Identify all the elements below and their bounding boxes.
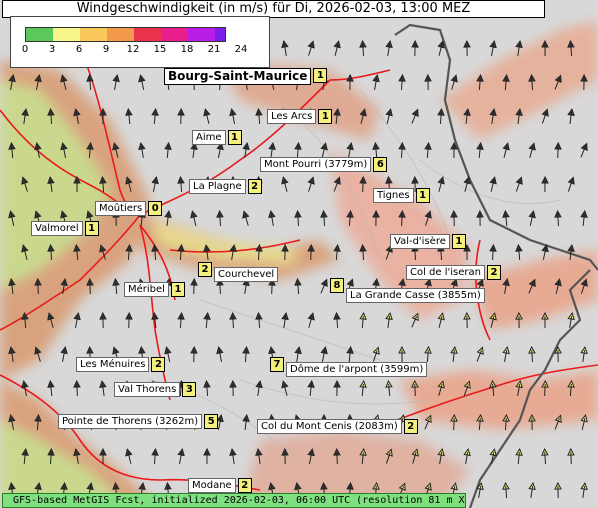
place-label-col-de-l-iseran: Col de l'iseran — [406, 265, 485, 280]
place-label-modane: Modane — [188, 478, 236, 493]
place-label-mont-pourri-3779m: Mont Pourri (3779m) — [260, 157, 372, 172]
wind-map: Windgeschwindigkeit (in m/s) für Di, 202… — [0, 0, 598, 508]
legend-tick-label: 24 — [234, 44, 248, 55]
legend-tick-label: 6 — [75, 44, 83, 55]
place-label-bourg-saint-maurice: Bourg-Saint-Maurice — [164, 68, 312, 85]
wind-value-badge: 1 — [227, 130, 242, 145]
legend-tick-label: 21 — [207, 44, 221, 55]
legend-color-segment — [80, 28, 107, 41]
wind-value-badge: 3 — [182, 382, 197, 397]
wind-value-badge: 7 — [270, 357, 284, 372]
place-label-valmorel: Valmorel — [31, 221, 83, 236]
legend-color-segment — [161, 28, 188, 41]
wind-value-badge: 2 — [237, 478, 252, 493]
place-label-val-thorens: Val Thorens — [114, 382, 181, 397]
place-label-la-grande-casse-3855m: La Grande Casse (3855m) — [346, 288, 485, 303]
legend-tick-label: 9 — [102, 44, 110, 55]
legend-tick-label: 3 — [48, 44, 56, 55]
wind-speed-legend: 0 3 6 9 12 15 18 21 24 — [10, 16, 270, 68]
legend-color-segment — [26, 28, 53, 41]
wind-value-badge: 2 — [198, 262, 212, 277]
wind-value-badge: 2 — [151, 357, 166, 372]
wind-value-badge: 6 — [373, 157, 388, 172]
place-label-courchevel: Courchevel — [214, 267, 279, 282]
place-label-col-du-mont-cenis-2083m: Col du Mont Cenis (2083m) — [257, 419, 402, 434]
place-label-val-d-isere: Val-d'isère — [390, 234, 450, 249]
legend-tick-label: 0 — [21, 44, 29, 55]
legend-color-bar — [25, 27, 226, 42]
legend-tick-label: 18 — [180, 44, 194, 55]
legend-color-segment — [134, 28, 161, 41]
legend-tick-label: 12 — [126, 44, 140, 55]
place-label-pointe-de-thorens-3262m: Pointe de Thorens (3262m) — [58, 414, 203, 429]
wind-value-badge: 5 — [204, 414, 219, 429]
forecast-footer: GFS-based MetGIS Fcst, initialized 2026-… — [2, 493, 466, 508]
wind-value-badge: 2 — [486, 265, 501, 280]
wind-value-badge: 8 — [330, 278, 344, 293]
wind-value-badge: 2 — [247, 179, 262, 194]
legend-tick-label: 15 — [153, 44, 167, 55]
wind-value-badge: 1 — [451, 234, 466, 249]
legend-color-segment — [188, 28, 215, 41]
place-label-meribel: Méribel — [124, 282, 169, 297]
wind-value-badge: 1 — [415, 188, 430, 203]
legend-color-segment — [215, 28, 225, 41]
place-label-les-arcs: Les Arcs — [267, 109, 317, 124]
place-label-la-plagne: La Plagne — [189, 179, 246, 194]
place-label-les-menuires: Les Ménuires — [76, 357, 150, 372]
wind-value-badge: 1 — [313, 68, 328, 83]
wind-value-badge: 0 — [148, 201, 163, 216]
wind-value-badge: 1 — [318, 109, 333, 124]
place-label-aime: Aime — [192, 130, 226, 145]
legend-color-segment — [107, 28, 134, 41]
wind-value-badge: 1 — [84, 221, 99, 236]
wind-value-badge: 2 — [403, 419, 418, 434]
wind-value-badge: 1 — [170, 282, 185, 297]
place-label-dome-de-l-arpont-3599m: Dôme de l'arpont (3599m) — [286, 362, 428, 377]
place-label-tignes: Tignes — [373, 188, 414, 203]
legend-color-segment — [53, 28, 80, 41]
place-label-moutiers: Moûtiers — [95, 201, 147, 216]
